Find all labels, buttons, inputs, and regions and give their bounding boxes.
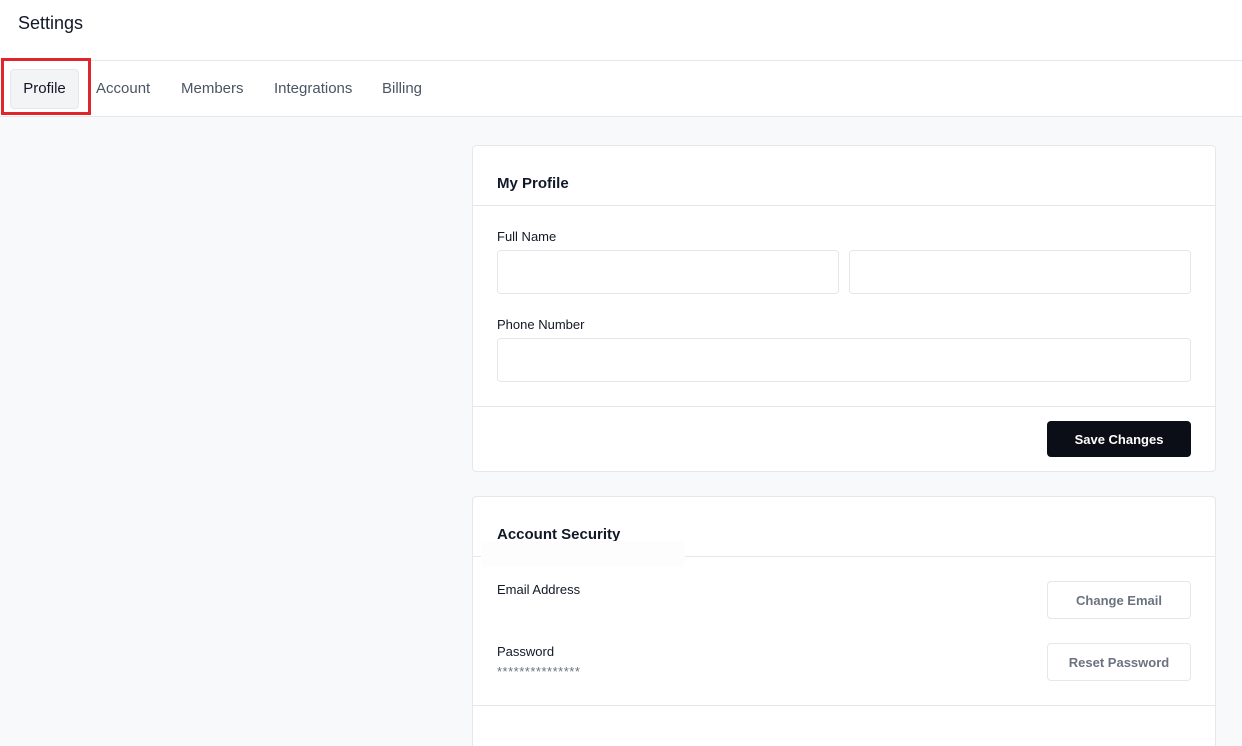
tab-account[interactable]: Account — [96, 69, 150, 109]
email-address-value — [481, 541, 685, 567]
profile-card: My Profile Full Name Phone Number Save C… — [472, 145, 1216, 472]
email-address-label: Email Address — [497, 582, 581, 597]
profile-card-footer: Save Changes — [473, 406, 1215, 471]
full-name-label: Full Name — [497, 229, 557, 244]
first-name-input[interactable] — [497, 250, 839, 294]
password-value: *************** — [497, 664, 581, 679]
tab-integrations[interactable]: Integrations — [274, 69, 352, 109]
phone-number-label: Phone Number — [497, 317, 585, 332]
reset-password-button[interactable]: Reset Password — [1047, 643, 1191, 681]
profile-card-header: My Profile — [473, 146, 1215, 206]
change-email-button[interactable]: Change Email — [1047, 581, 1191, 619]
security-card-footer — [473, 705, 1215, 746]
phone-number-input[interactable] — [497, 338, 1191, 382]
page-title: Settings — [18, 13, 84, 33]
profile-card-title: My Profile — [497, 175, 569, 192]
settings-tabs: Profile Account Members Integrations Bil… — [0, 61, 1242, 117]
account-security-card: Account Security Email Address Change Em… — [472, 496, 1216, 746]
top-bar: Settings — [0, 0, 1242, 61]
save-changes-button[interactable]: Save Changes — [1047, 421, 1191, 457]
last-name-input[interactable] — [849, 250, 1191, 294]
tab-billing[interactable]: Billing — [382, 69, 422, 109]
tab-members[interactable]: Members — [181, 69, 244, 109]
tab-profile[interactable]: Profile — [10, 69, 79, 109]
password-label: Password — [497, 644, 555, 659]
